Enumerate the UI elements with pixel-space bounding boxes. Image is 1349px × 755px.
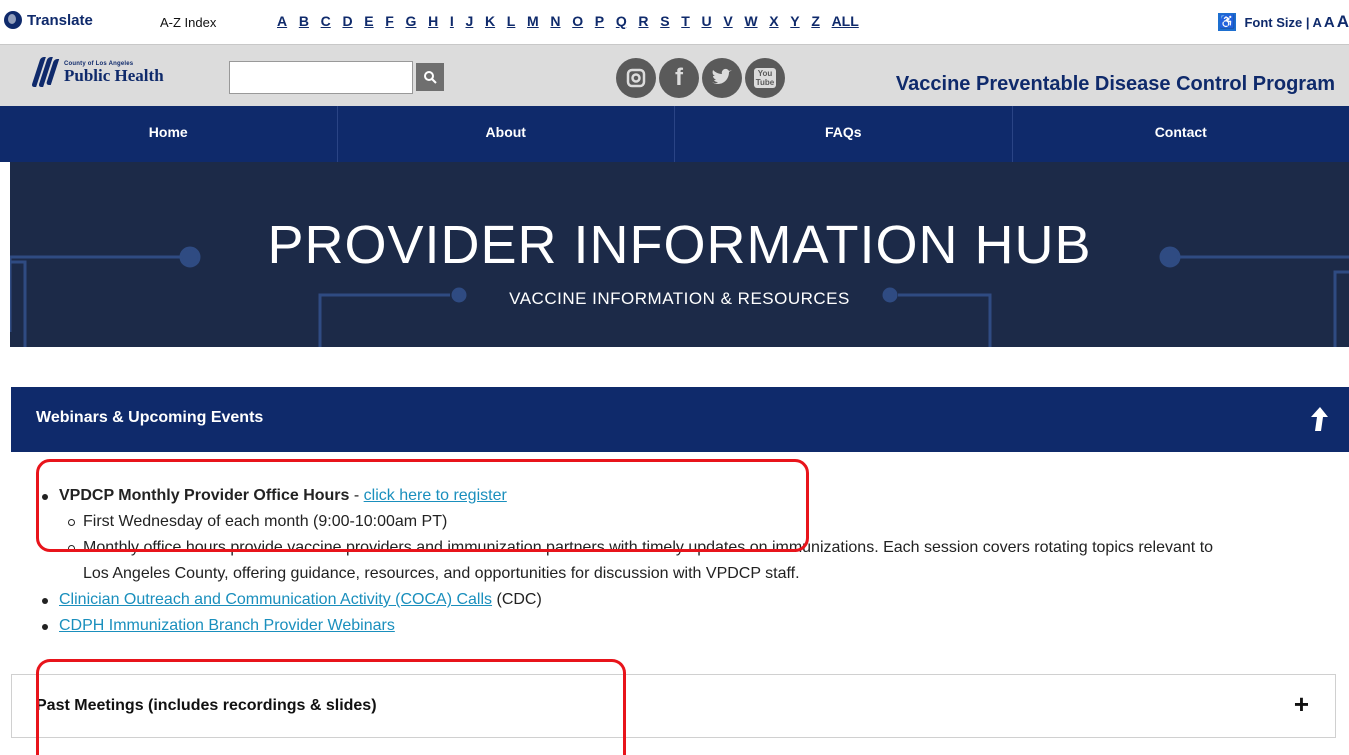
plus-icon[interactable]: + [1294, 689, 1309, 720]
az-letter-link[interactable]: L [507, 13, 516, 29]
globe-icon [4, 11, 22, 29]
office-hours-sublist: First Wednesday of each month (9:00-10:0… [68, 509, 1243, 587]
youtube-icon[interactable]: You Tube [745, 58, 785, 98]
twitter-icon[interactable] [702, 58, 742, 98]
nav-home[interactable]: Home [0, 106, 338, 162]
list-item: CDPH Immunization Branch Provider Webina… [42, 613, 1243, 639]
instagram-icon[interactable] [616, 58, 656, 98]
font-size-large-button[interactable]: A [1337, 12, 1349, 32]
webinars-accordion-body: VPDCP Monthly Provider Office Hours - cl… [11, 452, 1349, 668]
webinars-accordion-header[interactable]: Webinars & Upcoming Events [11, 387, 1349, 452]
arrow-up-icon[interactable] [1309, 406, 1329, 432]
az-letter-link[interactable]: M [527, 13, 539, 29]
az-letter-link[interactable]: Z [811, 13, 820, 29]
main-nav: Home About FAQs Contact [0, 106, 1349, 162]
list-item: Clinician Outreach and Communication Act… [42, 587, 1243, 613]
office-hours-title: VPDCP Monthly Provider Office Hours [59, 487, 350, 504]
coca-calls-link[interactable]: Clinician Outreach and Communication Act… [59, 591, 492, 608]
cdph-webinars-link[interactable]: CDPH Immunization Branch Provider Webina… [59, 617, 395, 634]
webinars-title: Webinars & Upcoming Events [36, 409, 264, 426]
az-letter-link[interactable]: B [299, 13, 309, 29]
public-health-logo[interactable]: County of Los Angeles Public Health [30, 55, 164, 89]
hero-subtitle: VACCINE INFORMATION & RESOURCES [509, 289, 850, 308]
az-letter-link[interactable]: V [723, 13, 732, 29]
past-meetings-accordion[interactable]: Past Meetings (includes recordings & sli… [11, 674, 1336, 738]
hero-banner: PROVIDER INFORMATION HUB VACCINE INFORMA… [10, 162, 1349, 347]
facebook-icon[interactable]: f [659, 58, 699, 98]
az-letter-link[interactable]: G [406, 13, 417, 29]
register-link[interactable]: click here to register [364, 487, 507, 504]
facebook-glyph: f [675, 64, 683, 91]
az-letter-link[interactable]: X [769, 13, 778, 29]
logo-public-health-text: Public Health [64, 65, 164, 85]
az-letter-link[interactable]: D [342, 13, 352, 29]
az-letter-link[interactable]: J [466, 13, 474, 29]
font-size-label: Font Size | [1244, 14, 1310, 30]
list-item: Monthly office hours provide vaccine pro… [68, 535, 1243, 587]
nav-about[interactable]: About [338, 106, 675, 162]
az-letter-link[interactable]: U [702, 13, 712, 29]
program-title: Vaccine Preventable Disease Control Prog… [895, 73, 1335, 95]
site-header: County of Los Angeles Public Health f Yo… [0, 44, 1349, 106]
az-letter-link[interactable]: T [681, 13, 690, 29]
az-letter-link[interactable]: H [428, 13, 438, 29]
az-letter-link[interactable]: S [660, 13, 669, 29]
az-letter-link[interactable]: A [277, 13, 287, 29]
search-input[interactable] [229, 61, 413, 94]
list-item: VPDCP Monthly Provider Office Hours - cl… [42, 483, 1243, 587]
youtube-label: You Tube [754, 68, 776, 88]
az-letter-link[interactable]: K [485, 13, 495, 29]
events-list: VPDCP Monthly Provider Office Hours - cl… [42, 483, 1243, 639]
az-letter-link[interactable]: R [638, 13, 648, 29]
list-item: First Wednesday of each month (9:00-10:0… [68, 509, 1243, 535]
az-letter-link[interactable]: E [364, 13, 373, 29]
font-size-control: ♿ Font Size | A A A [1218, 12, 1349, 32]
search-icon [424, 71, 437, 84]
logo-mark-icon [30, 55, 62, 89]
hero-title: PROVIDER INFORMATION HUB [267, 215, 1092, 275]
az-letter-link[interactable]: F [385, 13, 394, 29]
past-meetings-title: Past Meetings (includes recordings & sli… [36, 697, 377, 714]
nav-contact[interactable]: Contact [1013, 106, 1349, 162]
az-letter-link[interactable]: Q [616, 13, 627, 29]
az-letter-link[interactable]: C [321, 13, 331, 29]
az-index-letters: A B C D E F G H I J K L M N O P Q R S T U V W X Y Z ALL [277, 13, 870, 29]
font-size-medium-button[interactable]: A [1324, 14, 1335, 31]
coca-suffix: (CDC) [492, 591, 542, 608]
search-button[interactable] [416, 63, 444, 91]
translate-label: Translate [27, 11, 93, 29]
office-hours-separator: - [349, 487, 364, 504]
font-size-small-button[interactable]: A [1312, 15, 1321, 30]
accessibility-icon[interactable]: ♿ [1218, 13, 1237, 31]
az-letter-link[interactable]: O [572, 13, 583, 29]
translate-button[interactable]: Translate [4, 11, 93, 29]
social-links: f You Tube [616, 58, 785, 98]
az-letter-link[interactable]: N [550, 13, 560, 29]
az-letter-link[interactable]: ALL [832, 13, 859, 29]
nav-faqs[interactable]: FAQs [675, 106, 1013, 162]
utility-bar: Translate A-Z Index ABCDEFGHIJKLMNOPQRST… [0, 0, 1349, 44]
az-letter-link[interactable]: W [744, 13, 757, 29]
az-letter-link[interactable]: I [450, 13, 454, 29]
az-letter-link[interactable]: P [595, 13, 604, 29]
az-index-label: A-Z Index [160, 15, 217, 30]
az-letter-link[interactable]: Y [790, 13, 799, 29]
